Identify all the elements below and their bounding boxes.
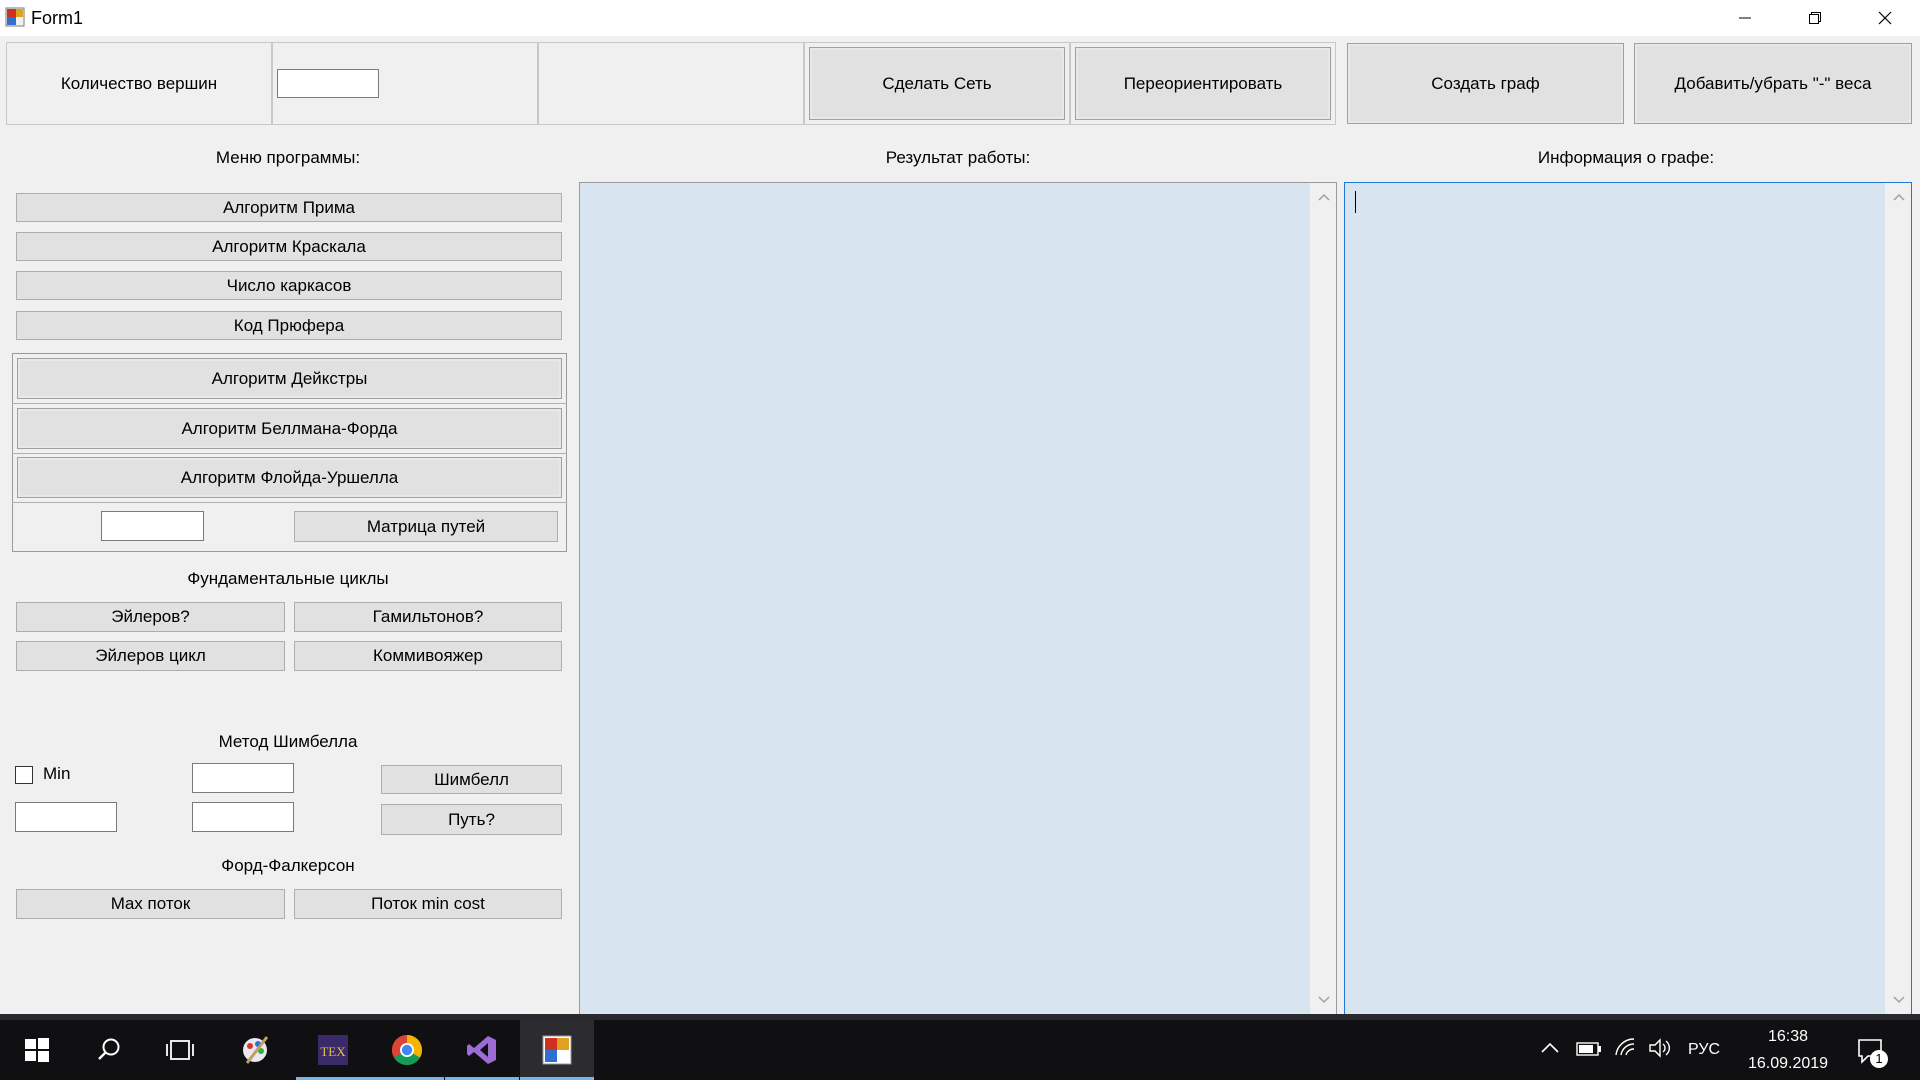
kruskal-button[interactable]: Алгоритм Краскала	[16, 232, 562, 261]
visual-studio-icon	[467, 1036, 496, 1064]
result-scrollbar[interactable]	[1310, 183, 1336, 1014]
vertex-count-input[interactable]	[277, 69, 379, 98]
close-icon	[1878, 11, 1892, 25]
network-status[interactable]	[1614, 1037, 1636, 1062]
result-textbox[interactable]	[579, 182, 1337, 1015]
divider	[12, 453, 567, 454]
form-app-icon	[542, 1035, 572, 1065]
ford-fulkerson-heading: Форд-Фалкерсон	[221, 856, 355, 875]
chrome-app[interactable]	[370, 1020, 444, 1080]
text-cursor	[1355, 191, 1356, 213]
speaker-icon	[1649, 1038, 1670, 1058]
paint-app-icon	[243, 1036, 269, 1064]
battery-icon	[1576, 1042, 1601, 1056]
prufer-button[interactable]: Код Прюфера	[16, 311, 562, 340]
task-view-button[interactable]	[143, 1020, 217, 1080]
bellman-ford-button[interactable]: Алгоритм Беллмана-Форда	[17, 408, 562, 449]
make-network-button[interactable]: Сделать Сеть	[809, 47, 1065, 120]
make-network-cell: Сделать Сеть	[804, 42, 1070, 125]
notification-center-button[interactable]: 1	[1856, 1036, 1888, 1068]
min-checkbox[interactable]	[15, 766, 33, 784]
search-button[interactable]	[72, 1020, 146, 1080]
vertex-count-label: Количество вершин	[6, 42, 272, 125]
max-flow-button[interactable]: Max поток	[16, 889, 285, 919]
wifi-icon	[1615, 1038, 1635, 1056]
scroll-up-icon[interactable]	[1318, 193, 1330, 201]
info-scrollbar[interactable]	[1885, 183, 1911, 1014]
divider	[12, 403, 567, 404]
clock-time[interactable]: 16:38	[1740, 1026, 1836, 1048]
start-button[interactable]	[0, 1020, 74, 1080]
salesman-button[interactable]: Коммивояжер	[294, 641, 562, 671]
window-title: Form1	[31, 8, 84, 28]
chevron-up-icon	[1541, 1042, 1559, 1053]
euler-cycle-button[interactable]: Эйлеров цикл	[16, 641, 285, 671]
notification-badge: 1	[1870, 1050, 1888, 1068]
path-check-button[interactable]: Путь?	[381, 804, 562, 835]
restore-icon	[1809, 12, 1821, 24]
chrome-icon	[391, 1035, 423, 1066]
scroll-up-icon[interactable]	[1893, 193, 1905, 201]
search-icon	[98, 1038, 120, 1060]
scroll-down-icon[interactable]	[1318, 996, 1330, 1004]
form-app[interactable]	[520, 1020, 594, 1080]
toggle-negative-weights-button[interactable]: Добавить/убрать "-" веса	[1634, 43, 1912, 124]
path-matrix-button[interactable]: Матрица путей	[294, 511, 558, 542]
dijkstra-button[interactable]: Алгоритм Дейкстры	[17, 358, 562, 399]
info-heading: Информация о графе:	[1537, 148, 1715, 167]
fundamental-cycles-heading: Фундаментальные циклы	[187, 569, 389, 588]
restore-button[interactable]	[1780, 0, 1850, 36]
tex-app-icon: TEX	[318, 1035, 348, 1065]
info-textbox[interactable]	[1344, 182, 1912, 1015]
shimbell-input-3[interactable]	[192, 802, 294, 832]
input-language[interactable]: РУС	[1688, 1039, 1720, 1061]
title-bar	[0, 0, 1920, 36]
volume-control[interactable]	[1648, 1038, 1672, 1063]
create-graph-button[interactable]: Создать граф	[1347, 43, 1624, 124]
minimize-button[interactable]	[1710, 0, 1780, 36]
path-value-input[interactable]	[101, 511, 204, 541]
close-button[interactable]	[1850, 0, 1920, 36]
svg-text:TEX: TEX	[320, 1044, 346, 1059]
shimbell-input-1[interactable]	[192, 763, 294, 793]
prim-button[interactable]: Алгоритм Прима	[16, 193, 562, 222]
divider	[12, 502, 567, 503]
shimbell-heading: Метод Шимбелла	[218, 732, 358, 751]
empty-toolbar-cell	[538, 42, 804, 125]
menu-heading: Меню программы:	[215, 148, 361, 167]
shimbell-input-2[interactable]	[15, 802, 117, 832]
tray-overflow-button[interactable]	[1540, 1040, 1560, 1060]
battery-status[interactable]	[1576, 1041, 1602, 1061]
visual-studio-app[interactable]	[445, 1020, 519, 1080]
min-label: Min	[43, 764, 71, 783]
paint-app[interactable]	[219, 1020, 293, 1080]
start-icon	[25, 1038, 49, 1062]
hamilton-check-button[interactable]: Гамильтонов?	[294, 602, 562, 632]
task-view-icon	[166, 1040, 194, 1060]
euler-check-button[interactable]: Эйлеров?	[16, 602, 285, 632]
minimize-icon	[1739, 17, 1751, 19]
spanning-count-button[interactable]: Число каркасов	[16, 271, 562, 300]
reorient-cell: Переориентировать	[1070, 42, 1336, 125]
reorient-button[interactable]: Переориентировать	[1075, 47, 1331, 120]
result-heading: Результат работы:	[885, 148, 1031, 167]
vertex-count-cell	[272, 42, 538, 125]
clock-date[interactable]: 16.09.2019	[1740, 1053, 1836, 1075]
scroll-down-icon[interactable]	[1893, 996, 1905, 1004]
tex-app[interactable]: TEX	[296, 1020, 370, 1080]
floyd-warshall-button[interactable]: Алгоритм Флойда-Уршелла	[17, 457, 562, 498]
app-icon	[5, 7, 25, 27]
min-cost-flow-button[interactable]: Поток min cost	[294, 889, 562, 919]
shimbell-button[interactable]: Шимбелл	[381, 765, 562, 794]
